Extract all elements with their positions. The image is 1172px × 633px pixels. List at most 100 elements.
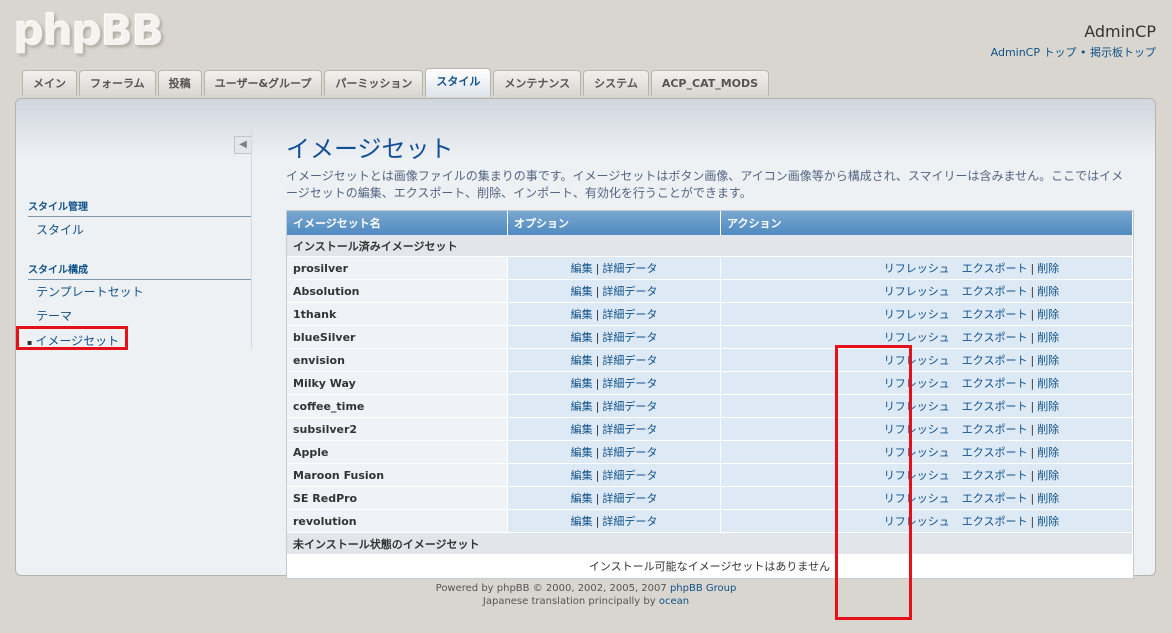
export-link[interactable]: エクスポート bbox=[962, 377, 1028, 390]
edit-link[interactable]: 編集 bbox=[571, 515, 593, 528]
link-separator: | bbox=[1030, 515, 1035, 528]
phpbb-group-link[interactable]: phpBB Group bbox=[670, 583, 736, 594]
export-link[interactable]: エクスポート bbox=[962, 446, 1028, 459]
refresh-link[interactable]: リフレッシュ bbox=[884, 446, 950, 459]
tab-system[interactable]: システム bbox=[583, 70, 649, 96]
edit-link[interactable]: 編集 bbox=[571, 262, 593, 275]
link-separator: | bbox=[1030, 285, 1035, 298]
actions-cell: リフレッシュ エクスポート | 削除 bbox=[721, 349, 1133, 372]
menu-item-imagesets[interactable]: ▪ イメージセット bbox=[16, 326, 128, 350]
edit-link[interactable]: 編集 bbox=[571, 492, 593, 505]
details-link[interactable]: 詳細データ bbox=[602, 515, 657, 528]
details-link[interactable]: 詳細データ bbox=[602, 308, 657, 321]
refresh-link[interactable]: リフレッシュ bbox=[884, 308, 950, 321]
edit-link[interactable]: 編集 bbox=[571, 308, 593, 321]
menu-item-templates[interactable]: テンプレートセット bbox=[36, 283, 144, 300]
tab-styles[interactable]: スタイル bbox=[425, 68, 492, 97]
page-title: イメージセット bbox=[286, 135, 454, 163]
details-link[interactable]: 詳細データ bbox=[602, 285, 657, 298]
edit-link[interactable]: 編集 bbox=[571, 354, 593, 367]
export-link[interactable]: エクスポート bbox=[962, 469, 1028, 482]
ocean-link[interactable]: ocean bbox=[659, 596, 689, 607]
delete-link[interactable]: 削除 bbox=[1037, 285, 1059, 298]
delete-link[interactable]: 削除 bbox=[1037, 262, 1059, 275]
export-link[interactable]: エクスポート bbox=[962, 354, 1028, 367]
imageset-name: Maroon Fusion bbox=[287, 464, 508, 487]
delete-link[interactable]: 削除 bbox=[1037, 492, 1059, 505]
export-link[interactable]: エクスポート bbox=[962, 492, 1028, 505]
refresh-link[interactable]: リフレッシュ bbox=[884, 377, 950, 390]
export-link[interactable]: エクスポート bbox=[962, 400, 1028, 413]
column-header-name: イメージセット名 bbox=[287, 211, 508, 235]
link-separator: | bbox=[595, 469, 600, 482]
export-link[interactable]: エクスポート bbox=[962, 285, 1028, 298]
tab-permissions[interactable]: パーミッション bbox=[324, 70, 424, 96]
actions-cell: リフレッシュ エクスポート | 削除 bbox=[721, 257, 1133, 280]
delete-link[interactable]: 削除 bbox=[1037, 354, 1059, 367]
table-row: coffee_time 編集 | 詳細データ リフレッシュ エクスポート | 削除 bbox=[287, 395, 1133, 418]
tab-maintenance[interactable]: メンテナンス bbox=[493, 70, 582, 96]
refresh-link[interactable]: リフレッシュ bbox=[884, 492, 950, 505]
details-link[interactable]: 詳細データ bbox=[602, 400, 657, 413]
delete-link[interactable]: 削除 bbox=[1037, 469, 1059, 482]
delete-link[interactable]: 削除 bbox=[1037, 423, 1059, 436]
details-link[interactable]: 詳細データ bbox=[602, 469, 657, 482]
export-link[interactable]: エクスポート bbox=[962, 515, 1028, 528]
export-link[interactable]: エクスポート bbox=[962, 331, 1028, 344]
refresh-link[interactable]: リフレッシュ bbox=[884, 469, 950, 482]
sidebar-divider bbox=[251, 129, 252, 349]
board-top-link[interactable]: 掲示板トップ bbox=[1090, 46, 1156, 59]
delete-link[interactable]: 削除 bbox=[1037, 446, 1059, 459]
details-link[interactable]: 詳細データ bbox=[602, 492, 657, 505]
uninstalled-section-header: 未インストール状態のイメージセット bbox=[287, 533, 1133, 555]
link-separator: | bbox=[1030, 492, 1035, 505]
details-link[interactable]: 詳細データ bbox=[602, 262, 657, 275]
menu-item-themes[interactable]: テーマ bbox=[36, 307, 72, 324]
refresh-link[interactable]: リフレッシュ bbox=[884, 331, 950, 344]
refresh-link[interactable]: リフレッシュ bbox=[884, 423, 950, 436]
details-link[interactable]: 詳細データ bbox=[602, 331, 657, 344]
tab-main[interactable]: メイン bbox=[22, 70, 77, 96]
refresh-link[interactable]: リフレッシュ bbox=[884, 400, 950, 413]
details-link[interactable]: 詳細データ bbox=[602, 354, 657, 367]
admincp-top-link[interactable]: AdminCP トップ bbox=[991, 46, 1077, 59]
details-link[interactable]: 詳細データ bbox=[602, 423, 657, 436]
export-link[interactable]: エクスポート bbox=[962, 308, 1028, 321]
column-header-options: オプション bbox=[508, 211, 721, 235]
refresh-link[interactable]: リフレッシュ bbox=[884, 515, 950, 528]
tab-posting[interactable]: 投稿 bbox=[157, 70, 202, 96]
actions-cell: リフレッシュ エクスポート | 削除 bbox=[721, 487, 1133, 510]
edit-link[interactable]: 編集 bbox=[571, 446, 593, 459]
delete-link[interactable]: 削除 bbox=[1037, 331, 1059, 344]
edit-link[interactable]: 編集 bbox=[571, 331, 593, 344]
edit-link[interactable]: 編集 bbox=[571, 400, 593, 413]
delete-link[interactable]: 削除 bbox=[1037, 515, 1059, 528]
phpbb-logo: phpBB bbox=[14, 6, 164, 55]
delete-link[interactable]: 削除 bbox=[1037, 308, 1059, 321]
edit-link[interactable]: 編集 bbox=[571, 285, 593, 298]
installed-section-header: インストール済みイメージセット bbox=[287, 235, 1133, 257]
tab-users-groups[interactable]: ユーザー&グループ bbox=[203, 70, 323, 96]
tab-forums[interactable]: フォーラム bbox=[79, 70, 156, 96]
table-row: prosilver 編集 | 詳細データ リフレッシュ エクスポート | 削除 bbox=[287, 257, 1133, 280]
imageset-name: prosilver bbox=[287, 257, 508, 280]
delete-link[interactable]: 削除 bbox=[1037, 377, 1059, 390]
refresh-link[interactable]: リフレッシュ bbox=[884, 354, 950, 367]
edit-link[interactable]: 編集 bbox=[571, 469, 593, 482]
actions-cell: リフレッシュ エクスポート | 削除 bbox=[721, 372, 1133, 395]
collapse-sidebar-icon[interactable]: ◀ bbox=[234, 136, 252, 154]
edit-link[interactable]: 編集 bbox=[571, 423, 593, 436]
export-link[interactable]: エクスポート bbox=[962, 262, 1028, 275]
export-link[interactable]: エクスポート bbox=[962, 423, 1028, 436]
delete-link[interactable]: 削除 bbox=[1037, 400, 1059, 413]
refresh-link[interactable]: リフレッシュ bbox=[884, 262, 950, 275]
tab-acp-cat-mods[interactable]: ACP_CAT_MODS bbox=[650, 70, 770, 96]
edit-link[interactable]: 編集 bbox=[571, 377, 593, 390]
details-link[interactable]: 詳細データ bbox=[602, 446, 657, 459]
footer: Powered by phpBB © 2000, 2002, 2005, 200… bbox=[0, 582, 1172, 608]
details-link[interactable]: 詳細データ bbox=[602, 377, 657, 390]
table-row: SE RedPro 編集 | 詳細データ リフレッシュ エクスポート | 削除 bbox=[287, 487, 1133, 510]
refresh-link[interactable]: リフレッシュ bbox=[884, 285, 950, 298]
link-separator: | bbox=[1030, 377, 1035, 390]
menu-item-style[interactable]: スタイル bbox=[36, 221, 84, 238]
